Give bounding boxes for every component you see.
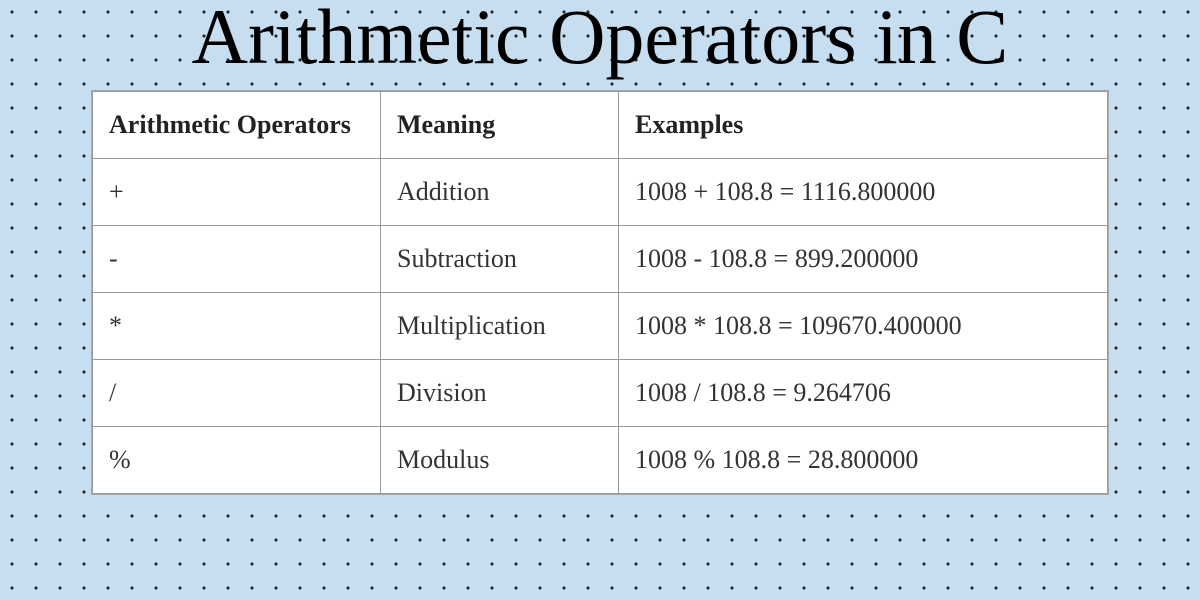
cell-example: 1008 * 108.8 = 109670.400000 [619,293,1108,360]
table-row: % Modulus 1008 % 108.8 = 28.800000 [93,427,1108,494]
cell-operator: / [93,360,381,427]
table-header-row: Arithmetic Operators Meaning Examples [93,92,1108,159]
cell-example: 1008 % 108.8 = 28.800000 [619,427,1108,494]
operators-table: Arithmetic Operators Meaning Examples + … [92,91,1108,494]
cell-operator: - [93,226,381,293]
cell-meaning: Modulus [381,427,619,494]
page-title: Arithmetic Operators in C [0,0,1200,76]
header-operator: Arithmetic Operators [93,92,381,159]
header-meaning: Meaning [381,92,619,159]
cell-meaning: Addition [381,159,619,226]
table-row: - Subtraction 1008 - 108.8 = 899.200000 [93,226,1108,293]
cell-example: 1008 / 108.8 = 9.264706 [619,360,1108,427]
cell-meaning: Subtraction [381,226,619,293]
table-row: + Addition 1008 + 108.8 = 1116.800000 [93,159,1108,226]
cell-operator: % [93,427,381,494]
header-examples: Examples [619,92,1108,159]
cell-operator: * [93,293,381,360]
cell-meaning: Multiplication [381,293,619,360]
cell-meaning: Division [381,360,619,427]
cell-example: 1008 + 108.8 = 1116.800000 [619,159,1108,226]
operators-table-container: Arithmetic Operators Meaning Examples + … [91,90,1109,495]
table-row: * Multiplication 1008 * 108.8 = 109670.4… [93,293,1108,360]
cell-operator: + [93,159,381,226]
cell-example: 1008 - 108.8 = 899.200000 [619,226,1108,293]
table-row: / Division 1008 / 108.8 = 9.264706 [93,360,1108,427]
